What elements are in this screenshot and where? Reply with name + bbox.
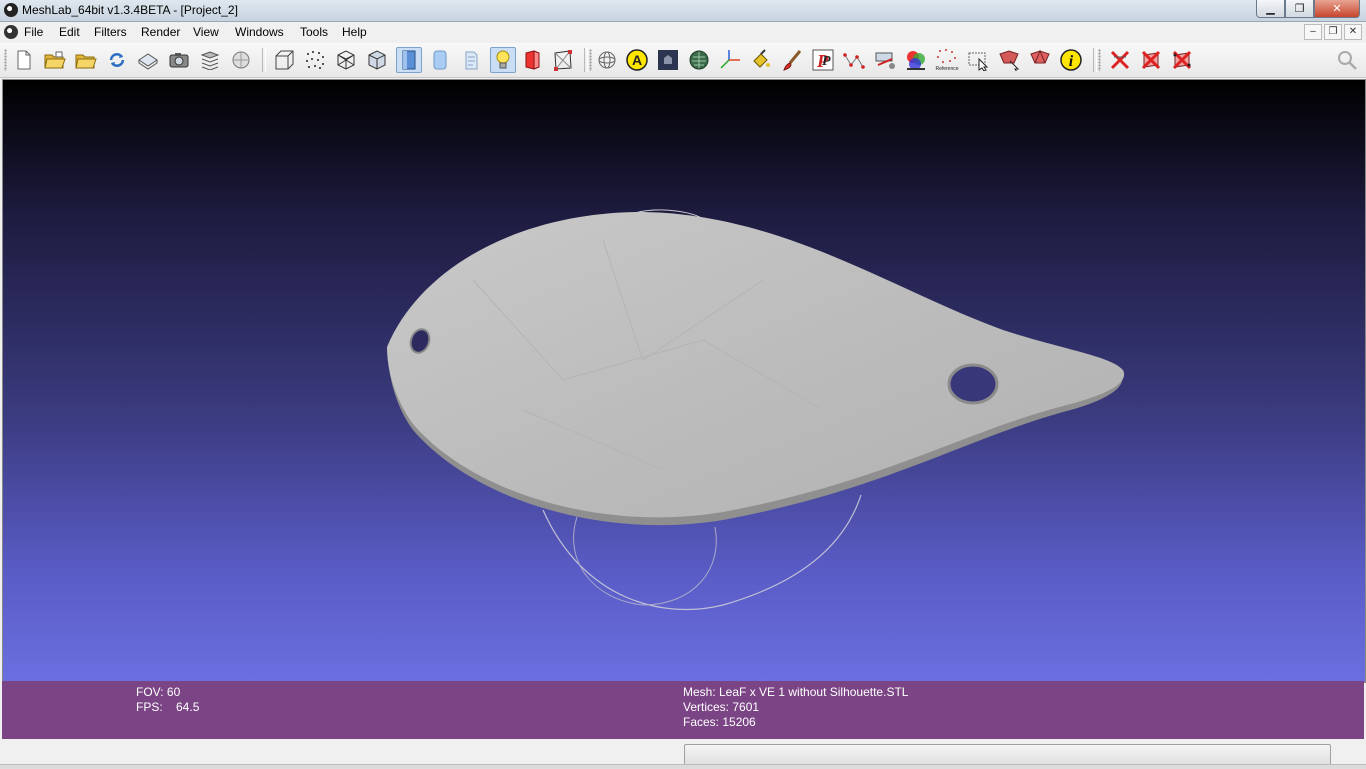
menu-filters[interactable]: Filters <box>94 25 127 39</box>
reload-icon[interactable] <box>106 49 128 71</box>
axes-icon[interactable] <box>719 49 741 71</box>
toolbar-separator <box>584 48 588 72</box>
select-vertices-icon[interactable] <box>998 49 1020 71</box>
select-faces-icon[interactable] <box>967 49 989 71</box>
menu-render[interactable]: Render <box>141 25 180 39</box>
fov-label: FOV: 60 <box>136 685 181 699</box>
menu-tools[interactable]: Tools <box>300 25 328 39</box>
paint-bucket-icon[interactable] <box>750 49 772 71</box>
open-project-icon[interactable] <box>44 49 66 71</box>
mesh-render[interactable] <box>3 80 1365 682</box>
annotation-letter: A <box>632 52 642 68</box>
faces-label: Faces: 15206 <box>683 715 756 729</box>
main-toolbar: A PP Reference i <box>0 43 1366 78</box>
box-select-icon[interactable] <box>552 49 574 71</box>
align-icon[interactable] <box>843 49 865 71</box>
vertices-label: Vertices: 7601 <box>683 700 760 714</box>
search-icon[interactable] <box>1336 49 1358 71</box>
delete-vertices-icon[interactable] <box>1171 49 1193 71</box>
close-button[interactable]: ✕ <box>1314 0 1360 18</box>
info-letter: i <box>1069 53 1074 70</box>
hidden-lines-icon[interactable] <box>366 49 388 71</box>
measure-icon[interactable] <box>874 49 896 71</box>
menu-bar: File Edit Filters Render View Windows To… <box>0 22 1366 42</box>
window-title: MeshLab_64bit v1.3.4BETA - [Project_2] <box>22 3 238 17</box>
reference-label: Reference <box>935 66 958 72</box>
bounding-box-icon[interactable] <box>273 49 295 71</box>
smooth-icon[interactable] <box>429 49 451 71</box>
info-overlay: FOV: 60 FPS: 64.5 Mesh: LeaF x VE 1 with… <box>2 681 1364 739</box>
light-icon[interactable] <box>490 47 516 73</box>
tree-icon[interactable] <box>688 49 710 71</box>
toolbar-separator <box>1093 48 1097 72</box>
new-project-icon[interactable] <box>13 49 35 71</box>
flat-icon[interactable] <box>396 47 422 73</box>
annotation-icon[interactable]: A <box>626 49 648 71</box>
open-mesh-icon[interactable] <box>75 49 97 71</box>
delete-selection-icon[interactable] <box>1140 49 1162 71</box>
save-icon[interactable] <box>137 49 159 71</box>
delete-faces-icon[interactable] <box>1109 49 1131 71</box>
bottom-strip <box>0 764 1366 769</box>
sphere-icon[interactable] <box>230 49 252 71</box>
backface-icon[interactable] <box>521 49 543 71</box>
menu-edit[interactable]: Edit <box>59 25 80 39</box>
document-window-controls: – ❐ ✕ <box>1304 24 1362 40</box>
connected-select-icon[interactable] <box>1029 49 1051 71</box>
points-icon[interactable] <box>304 49 326 71</box>
mesh-name-label: Mesh: LeaF x VE 1 without Silhouette.STL <box>683 685 909 699</box>
menu-help[interactable]: Help <box>342 25 367 39</box>
doc-restore-button[interactable]: ❐ <box>1324 24 1342 40</box>
leaf-mesh[interactable] <box>387 212 1125 518</box>
window-controls: ▁ ❐ ✕ <box>1256 0 1360 18</box>
menu-windows[interactable]: Windows <box>235 25 284 39</box>
info-icon[interactable]: i <box>1060 49 1082 71</box>
reference-icon[interactable]: Reference <box>934 49 960 72</box>
pickpoints-icon[interactable]: PP <box>812 49 834 71</box>
3d-viewport[interactable] <box>2 79 1366 683</box>
texture-icon[interactable] <box>460 49 482 71</box>
progress-bar <box>684 744 1331 766</box>
wireframe-icon[interactable] <box>335 49 357 71</box>
svg-text:P: P <box>822 54 831 69</box>
minimize-button[interactable]: ▁ <box>1256 0 1285 18</box>
large-hole <box>947 363 999 405</box>
brush-icon[interactable] <box>781 49 803 71</box>
menu-file[interactable]: File <box>24 25 43 39</box>
trackball-ring <box>573 516 717 606</box>
fps-label: FPS: 64.5 <box>136 700 200 714</box>
toolbar-grip[interactable] <box>1098 49 1101 71</box>
color-icon[interactable] <box>905 49 927 71</box>
meshlab-logo-icon <box>4 3 18 17</box>
doc-minimize-button[interactable]: – <box>1304 24 1322 40</box>
layers-icon[interactable] <box>199 49 221 71</box>
menu-view[interactable]: View <box>193 25 219 39</box>
toolbar-grip[interactable] <box>4 49 7 71</box>
doc-close-button[interactable]: ✕ <box>1344 24 1362 40</box>
snapshot-icon[interactable] <box>168 49 190 71</box>
restore-button[interactable]: ❐ <box>1285 0 1314 18</box>
toolbar-grip[interactable] <box>589 49 592 71</box>
dark-shader-icon[interactable] <box>657 49 679 71</box>
toolbar-separator <box>262 48 266 72</box>
document-icon[interactable] <box>4 25 18 39</box>
trackball-icon[interactable] <box>596 49 618 71</box>
title-bar: MeshLab_64bit v1.3.4BETA - [Project_2] ▁… <box>0 0 1366 22</box>
